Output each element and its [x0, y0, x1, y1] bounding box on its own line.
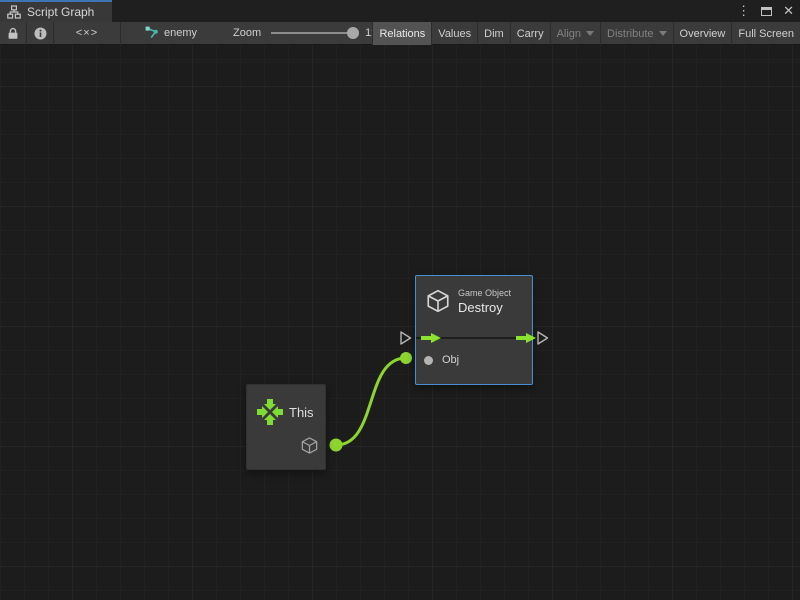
node-this[interactable]: This [246, 384, 326, 470]
toolbar-separator [120, 22, 121, 45]
wire-target-dot[interactable] [400, 352, 412, 364]
obj-port-row: Obj [416, 350, 532, 370]
align-label: Align [557, 28, 581, 40]
chevron-down-icon [586, 31, 594, 36]
zoom-label: Zoom [233, 27, 261, 39]
graph-asset-icon [145, 26, 159, 40]
destroy-node-titles: Game Object Destroy [458, 288, 511, 315]
breadcrumb[interactable]: enemy [145, 26, 197, 40]
window-maximize-icon[interactable] [761, 7, 772, 16]
game-object-cube-icon [425, 288, 451, 314]
this-output-cube-port[interactable] [300, 436, 319, 455]
node-title: Destroy [458, 300, 511, 315]
code-preview-button[interactable]: <×> [54, 22, 120, 44]
window-menu-icon[interactable]: ⋮ [737, 0, 750, 22]
flow-input-arrow-icon[interactable] [420, 332, 442, 344]
breadcrumb-label: enemy [164, 27, 197, 39]
dim-button[interactable]: Dim [478, 22, 510, 45]
overview-button[interactable]: Overview [674, 22, 732, 45]
toolbar-button-group: Relations Values Dim Carry Align Distrib… [372, 22, 800, 45]
graph-canvas[interactable]: Game Object Destroy O [0, 45, 800, 600]
window-close-icon[interactable]: ✕ [783, 0, 794, 22]
graph-hierarchy-icon [7, 5, 21, 19]
zoom-slider[interactable] [271, 22, 359, 44]
this-converge-icon [256, 398, 284, 426]
lock-button[interactable] [0, 22, 26, 44]
chevron-down-icon [659, 31, 667, 36]
tab-title: Script Graph [27, 5, 94, 19]
flow-output-port-triangle[interactable] [536, 330, 549, 346]
node-destroy[interactable]: Game Object Destroy O [415, 275, 533, 385]
values-button[interactable]: Values [432, 22, 477, 45]
flow-output-arrow-icon[interactable] [515, 332, 537, 344]
tab-bar: Script Graph ⋮ ✕ [0, 0, 800, 22]
full-screen-button[interactable]: Full Screen [732, 22, 800, 45]
wire-source-dot[interactable] [330, 439, 343, 452]
flow-port-row [416, 327, 532, 349]
script-graph-window: Script Graph ⋮ ✕ <×> [0, 0, 800, 600]
window-controls: ⋮ ✕ [737, 0, 794, 22]
relations-button[interactable]: Relations [373, 22, 431, 45]
obj-port-dot[interactable] [424, 356, 433, 365]
graph-toolbar: <×> enemy Zoom 1x Relations Values Dim C… [0, 22, 800, 45]
node-title: This [289, 405, 314, 420]
destroy-node-header: Game Object Destroy [416, 276, 532, 326]
connection-wire[interactable] [336, 358, 406, 445]
flow-input-port-triangle[interactable] [399, 330, 412, 346]
zoom-slider-handle[interactable] [347, 27, 359, 39]
align-dropdown[interactable]: Align [551, 22, 600, 45]
node-category: Game Object [458, 288, 511, 298]
this-node-header: This [247, 395, 325, 429]
distribute-label: Distribute [607, 28, 653, 40]
zoom-slider-track[interactable] [271, 32, 355, 34]
lock-icon [7, 27, 19, 40]
info-icon [34, 27, 47, 40]
wire-layer [0, 45, 800, 600]
tab-script-graph[interactable]: Script Graph [0, 0, 112, 22]
distribute-dropdown[interactable]: Distribute [601, 22, 672, 45]
info-button[interactable] [27, 22, 53, 44]
carry-button[interactable]: Carry [511, 22, 550, 45]
obj-port-label: Obj [442, 354, 459, 366]
